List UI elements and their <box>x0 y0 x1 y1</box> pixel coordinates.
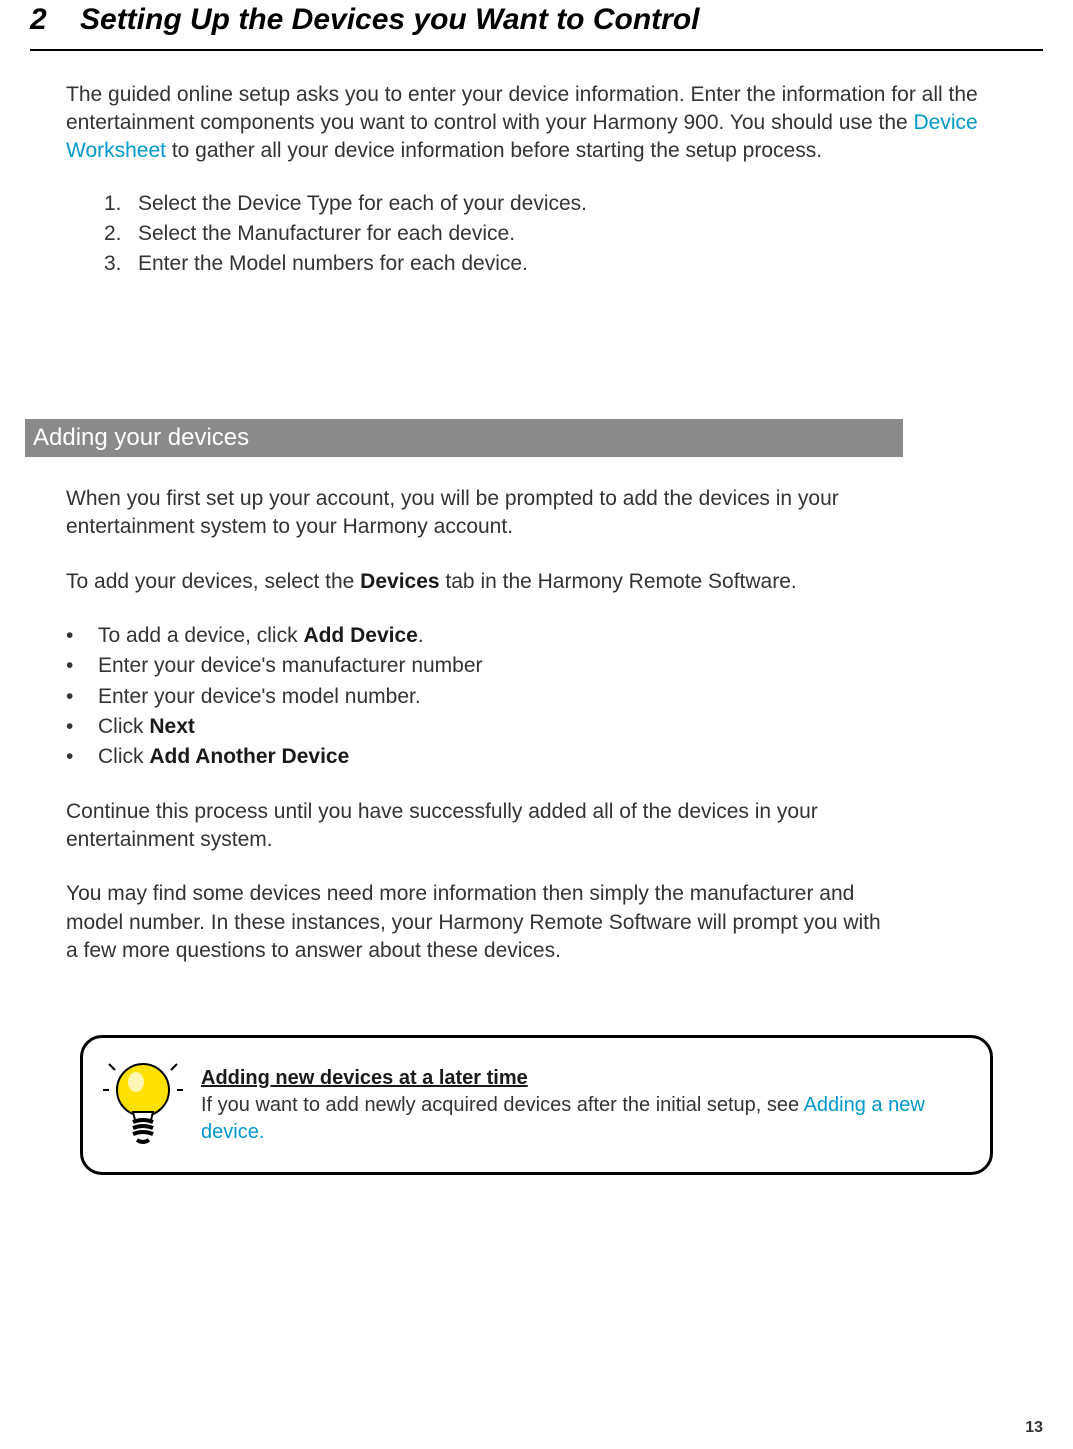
section-header: 2 Setting Up the Devices you Want to Con… <box>30 0 1043 51</box>
bullet-icon: • <box>66 652 98 680</box>
sub-paragraph-1: When you first set up your account, you … <box>66 485 893 542</box>
bullet-pre: Click <box>98 745 149 768</box>
bullet-bold: Add Another Device <box>149 745 349 768</box>
step-number: 1. <box>104 190 138 218</box>
sub-paragraph-2: To add your devices, select the Devices … <box>66 568 893 596</box>
p2-bold: Devices <box>360 570 439 593</box>
numbered-steps: 1. Select the Device Type for each of yo… <box>104 190 1023 279</box>
p2-text-a: To add your devices, select the <box>66 570 360 593</box>
bullet-icon: • <box>66 622 98 650</box>
p2-text-b: tab in the Harmony Remote Software. <box>440 570 797 593</box>
bullet-list: • To add a device, click Add Device. • E… <box>66 622 893 772</box>
list-item: 1. Select the Device Type for each of yo… <box>104 190 1023 218</box>
list-item: • Enter your device's model number. <box>66 683 893 711</box>
bullet-icon: • <box>66 743 98 771</box>
step-text: Select the Manufacturer for each device. <box>138 220 515 248</box>
bullet-pre: Click <box>98 715 149 738</box>
list-item: • Enter your device's manufacturer numbe… <box>66 652 893 680</box>
list-item: 3. Enter the Model numbers for each devi… <box>104 250 1023 278</box>
bullet-post: . <box>418 624 424 647</box>
intro-paragraph: The guided online setup asks you to ente… <box>66 81 1023 166</box>
tip-body-pre: If you want to add newly acquired device… <box>201 1094 804 1116</box>
subheading-adding-devices: Adding your devices <box>25 419 903 457</box>
bullet-bold: Next <box>149 715 195 738</box>
section-number: 2 <box>30 0 80 41</box>
intro-text-2: to gather all your device information be… <box>166 139 822 162</box>
step-number: 2. <box>104 220 138 248</box>
list-item: • Click Next <box>66 713 893 741</box>
lightbulb-icon <box>103 1060 183 1150</box>
bullet-icon: • <box>66 713 98 741</box>
section-title: Setting Up the Devices you Want to Contr… <box>80 0 1043 41</box>
list-item: 2. Select the Manufacturer for each devi… <box>104 220 1023 248</box>
bullet-bold: Add Device <box>303 624 417 647</box>
step-text: Select the Device Type for each of your … <box>138 190 587 218</box>
bullet-pre: To add a device, click <box>98 624 303 647</box>
sub-paragraph-4: You may find some devices need more info… <box>66 880 893 965</box>
bullet-icon: • <box>66 683 98 711</box>
step-number: 3. <box>104 250 138 278</box>
bullet-pre: Enter your device's manufacturer number <box>98 654 483 677</box>
intro-text-1: The guided online setup asks you to ente… <box>66 83 978 134</box>
step-text: Enter the Model numbers for each device. <box>138 250 528 278</box>
tip-text: Adding new devices at a later time If yo… <box>201 1065 966 1146</box>
bullet-pre: Enter your device's model number. <box>98 685 421 708</box>
page-number: 13 <box>1025 1417 1043 1439</box>
tip-title: Adding new devices at a later time <box>201 1067 528 1089</box>
list-item: • Click Add Another Device <box>66 743 893 771</box>
list-item: • To add a device, click Add Device. <box>66 622 893 650</box>
tip-box: Adding new devices at a later time If yo… <box>80 1035 993 1175</box>
sub-paragraph-3: Continue this process until you have suc… <box>66 798 893 855</box>
